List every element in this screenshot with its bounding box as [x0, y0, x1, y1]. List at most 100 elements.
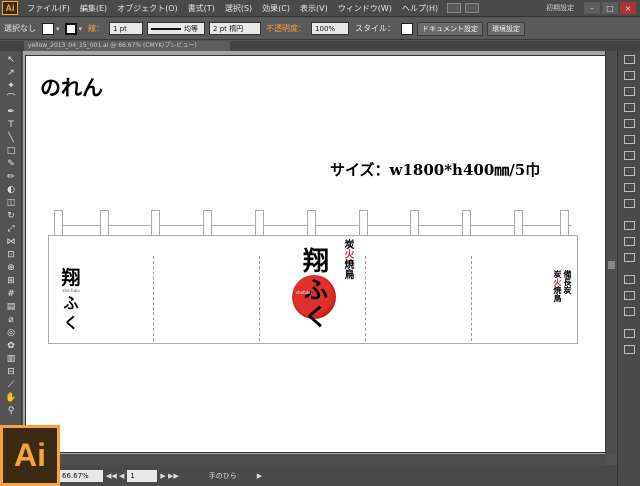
menu-select[interactable]: 選択(S): [220, 3, 257, 14]
right-logo-column-2: 炭火焼鳥: [553, 270, 563, 330]
rotate-tool-icon[interactable]: ↻: [5, 211, 17, 221]
preferences-button[interactable]: 環境設定: [487, 21, 526, 36]
menu-object[interactable]: オブジェクト(O): [112, 3, 183, 14]
subtitle-column: 炭火焼鳥: [342, 239, 353, 279]
hand-tool-icon[interactable]: ✋: [5, 393, 17, 403]
mesh-tool-icon[interactable]: #: [5, 289, 17, 299]
stroke-profile-select[interactable]: 均等: [147, 22, 206, 35]
artboard-tool-icon[interactable]: ⊟: [5, 367, 17, 377]
artboard[interactable]: のれん サイズ：w1800*h400㎜/5巾 翔 sho-fuku ふく 翔 ふ…: [25, 55, 615, 453]
artboard-nav-next-icon[interactable]: ▶ ▶▶: [160, 472, 178, 480]
scroll-thumb[interactable]: [608, 261, 615, 269]
zoom-tool-icon[interactable]: ⚲: [5, 406, 17, 416]
panel-seam: [153, 256, 154, 341]
maximize-icon[interactable]: □: [602, 2, 618, 14]
paragraph-panel-icon[interactable]: [624, 291, 635, 300]
stroke-weight-field[interactable]: 1 pt: [109, 22, 144, 35]
chevron-down-icon[interactable]: ▾: [56, 25, 60, 33]
opacity-label[interactable]: 不透明度：: [263, 23, 309, 34]
opacity-field[interactable]: 100%: [311, 22, 350, 35]
character-panel-icon[interactable]: [624, 275, 635, 284]
selection-status: 選択なし: [4, 24, 36, 33]
selection-tool-icon[interactable]: ↖: [5, 55, 17, 65]
artboard-number-field[interactable]: 1: [127, 469, 158, 482]
opentype-panel-icon[interactable]: [624, 307, 635, 316]
curtain-loop: [514, 210, 523, 237]
shape-builder-tool-icon[interactable]: ⊕: [5, 263, 17, 273]
arrange-documents-icon[interactable]: [465, 3, 480, 13]
scale-tool-icon[interactable]: ⤢: [5, 224, 17, 234]
brushes-panel-icon[interactable]: [624, 103, 635, 112]
gradient-panel-icon[interactable]: [624, 183, 635, 192]
rectangle-tool-icon[interactable]: □: [5, 146, 17, 156]
vertical-scrollbar[interactable]: [605, 51, 616, 454]
color-panel-icon[interactable]: [624, 55, 635, 64]
document-tab-bar: yellow_2013_04_15_001.ai @ 66.67% (CMYK/…: [0, 41, 640, 51]
pathfinder-panel-icon[interactable]: [624, 253, 635, 262]
menu-bar: Ai ファイル(F) 編集(E) オブジェクト(O) 書式(T) 選択(S) 効…: [0, 0, 640, 17]
paintbrush-tool-icon[interactable]: ✎: [5, 159, 17, 169]
menu-view[interactable]: 表示(V): [295, 3, 333, 14]
graphic-styles-panel-icon[interactable]: [624, 135, 635, 144]
stroke-label[interactable]: 線：: [85, 23, 107, 34]
fill-swatch[interactable]: [42, 22, 54, 35]
center-subtitle: 炭火焼鳥: [342, 239, 353, 279]
chevron-down-icon[interactable]: ▾: [79, 25, 83, 33]
zoom-field[interactable]: 66.67%: [59, 469, 103, 482]
panel-seam: [365, 256, 366, 341]
layers-panel-icon[interactable]: [624, 329, 635, 338]
swatches-panel-icon[interactable]: [624, 87, 635, 96]
menu-file[interactable]: ファイル(F): [22, 3, 75, 14]
pencil-tool-icon[interactable]: ✏: [5, 172, 17, 182]
workspace-switcher[interactable]: 初期設定: [546, 3, 574, 13]
minimize-icon[interactable]: –: [584, 2, 600, 14]
logo-romaji: shofuku: [296, 290, 312, 295]
symbol-sprayer-tool-icon[interactable]: ✿: [5, 341, 17, 351]
transparency-panel-icon[interactable]: [624, 199, 635, 208]
document-tab[interactable]: yellow_2013_04_15_001.ai @ 66.67% (CMYK/…: [24, 41, 230, 51]
graph-tool-icon[interactable]: ▥: [5, 354, 17, 364]
subtitle-char: 炭: [342, 239, 353, 249]
stroke-swatch[interactable]: [64, 22, 77, 35]
horizontal-scrollbar[interactable]: [23, 454, 605, 465]
menu-edit[interactable]: 編集(E): [75, 3, 112, 14]
eyedropper-tool-icon[interactable]: ⌀: [5, 315, 17, 325]
symbols-panel-icon[interactable]: [624, 119, 635, 128]
eraser-tool-icon[interactable]: ◫: [5, 198, 17, 208]
close-icon[interactable]: ×: [620, 2, 636, 14]
curtain-loop: [410, 210, 419, 237]
gradient-tool-icon[interactable]: ▤: [5, 302, 17, 312]
slice-tool-icon[interactable]: ⟋: [5, 380, 17, 390]
artboards-panel-icon[interactable]: [624, 345, 635, 354]
appearance-panel-icon[interactable]: [624, 151, 635, 160]
transform-panel-icon[interactable]: [624, 221, 635, 230]
stroke-panel-icon[interactable]: [624, 167, 635, 176]
artboard-nav-prev-icon[interactable]: ◀◀ ◀: [106, 472, 124, 480]
pen-tool-icon[interactable]: ✒: [5, 107, 17, 117]
right-logo-char: 炭: [553, 270, 563, 278]
menu-type[interactable]: 書式(T): [183, 3, 220, 14]
line-tool-icon[interactable]: ╲: [5, 133, 17, 143]
brush-select[interactable]: 2 pt 楕円: [209, 22, 262, 35]
status-arrow-icon[interactable]: ▶: [257, 472, 262, 480]
bridge-icon[interactable]: [447, 3, 462, 13]
type-tool-icon[interactable]: T: [5, 120, 17, 130]
color-guide-panel-icon[interactable]: [624, 71, 635, 80]
direct-selection-tool-icon[interactable]: ↗: [5, 68, 17, 78]
document-setup-button[interactable]: ドキュメント設定: [417, 21, 484, 36]
width-tool-icon[interactable]: ⋈: [5, 237, 17, 247]
menu-help[interactable]: ヘルプ(H): [397, 3, 443, 14]
perspective-grid-tool-icon[interactable]: ⊞: [5, 276, 17, 286]
align-panel-icon[interactable]: [624, 237, 635, 246]
blend-tool-icon[interactable]: ◎: [5, 328, 17, 338]
curtain-loop: [255, 210, 264, 237]
free-transform-tool-icon[interactable]: ⊡: [5, 250, 17, 260]
lasso-tool-icon[interactable]: ⌒: [5, 94, 17, 104]
magic-wand-tool-icon[interactable]: ✦: [5, 81, 17, 91]
blob-brush-tool-icon[interactable]: ◐: [5, 185, 17, 195]
page-title: のれん: [40, 75, 103, 100]
menu-window[interactable]: ウィンドウ(W): [333, 3, 397, 14]
graphic-style-swatch[interactable]: [401, 22, 414, 35]
app-logo-icon: Ai: [2, 1, 18, 15]
menu-effect[interactable]: 効果(C): [257, 3, 295, 14]
